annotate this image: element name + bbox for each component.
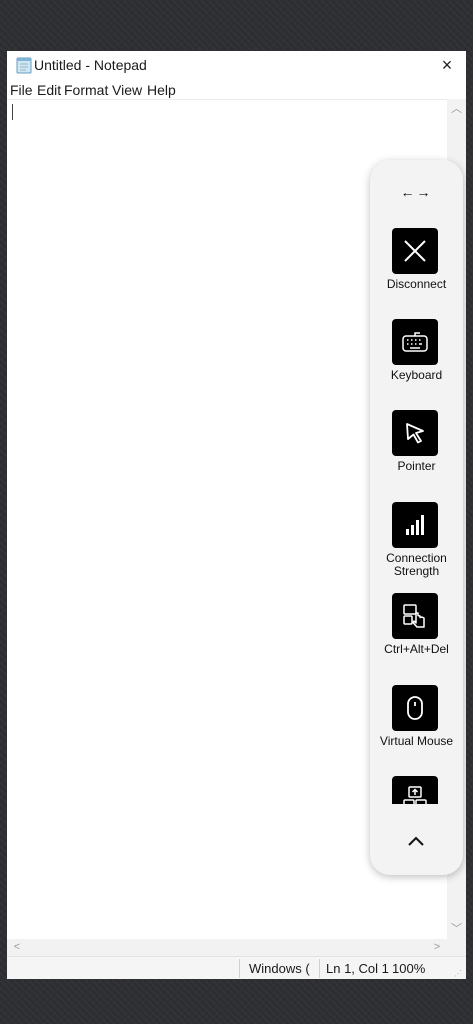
window-title: Untitled - Notepad bbox=[34, 57, 147, 73]
status-zoom: 100% bbox=[392, 961, 426, 976]
keyboard-icon bbox=[392, 319, 438, 365]
chevron-up-icon[interactable] bbox=[400, 830, 432, 852]
close-x-icon bbox=[392, 228, 438, 274]
status-divider bbox=[239, 959, 240, 978]
toolbar-item-partial[interactable] bbox=[370, 776, 463, 804]
scroll-right-icon[interactable]: > bbox=[429, 939, 445, 956]
scrollbar-corner bbox=[447, 939, 466, 956]
scroll-up-icon[interactable]: ︿ bbox=[447, 101, 466, 117]
signal-bars-icon bbox=[392, 502, 438, 548]
toolbar-item-label: Disconnect bbox=[386, 277, 447, 291]
menu-help[interactable]: Help bbox=[147, 82, 176, 98]
scroll-left-icon[interactable]: < bbox=[9, 939, 25, 956]
horizontal-scrollbar[interactable]: < > bbox=[7, 939, 447, 956]
resize-grip-icon[interactable]: ⋰ bbox=[454, 969, 462, 978]
title-bar[interactable]: Untitled - Notepad × bbox=[7, 51, 466, 79]
notepad-icon bbox=[16, 57, 32, 74]
upload-key-icon bbox=[392, 776, 438, 804]
status-position: Ln 1, Col 1 bbox=[326, 961, 389, 976]
menu-bar: File Edit Format View Help bbox=[7, 80, 466, 100]
status-divider bbox=[319, 959, 320, 978]
status-encoding: Windows ( bbox=[249, 961, 310, 976]
toolbar-item-label: Pointer bbox=[397, 459, 436, 473]
remote-toolbar: ←→ Disconnect Keyboard Pointer Connectio… bbox=[370, 160, 463, 875]
toolbar-item-label: Ctrl+Alt+Del bbox=[384, 642, 449, 656]
toolbar-item-label: Keyboard bbox=[390, 368, 443, 382]
ctrl-alt-del-icon bbox=[392, 593, 438, 639]
menu-edit[interactable]: Edit bbox=[37, 82, 61, 98]
cursor-pointer-icon bbox=[392, 410, 438, 456]
toolbar-drag-handle[interactable]: ←→ bbox=[370, 184, 463, 200]
mouse-icon bbox=[392, 685, 438, 731]
menu-view[interactable]: View bbox=[112, 82, 142, 98]
menu-file[interactable]: File bbox=[10, 82, 33, 98]
toolbar-item-label: Virtual Mouse bbox=[379, 734, 454, 748]
scroll-down-icon[interactable]: ﹀ bbox=[447, 921, 466, 937]
status-bar: Windows ( Ln 1, Col 1 100% ⋰ bbox=[7, 956, 466, 979]
text-caret bbox=[12, 104, 13, 120]
close-button[interactable]: × bbox=[431, 54, 463, 76]
menu-format[interactable]: Format bbox=[64, 82, 108, 98]
toolbar-item-label: Connection Strength bbox=[386, 551, 447, 578]
